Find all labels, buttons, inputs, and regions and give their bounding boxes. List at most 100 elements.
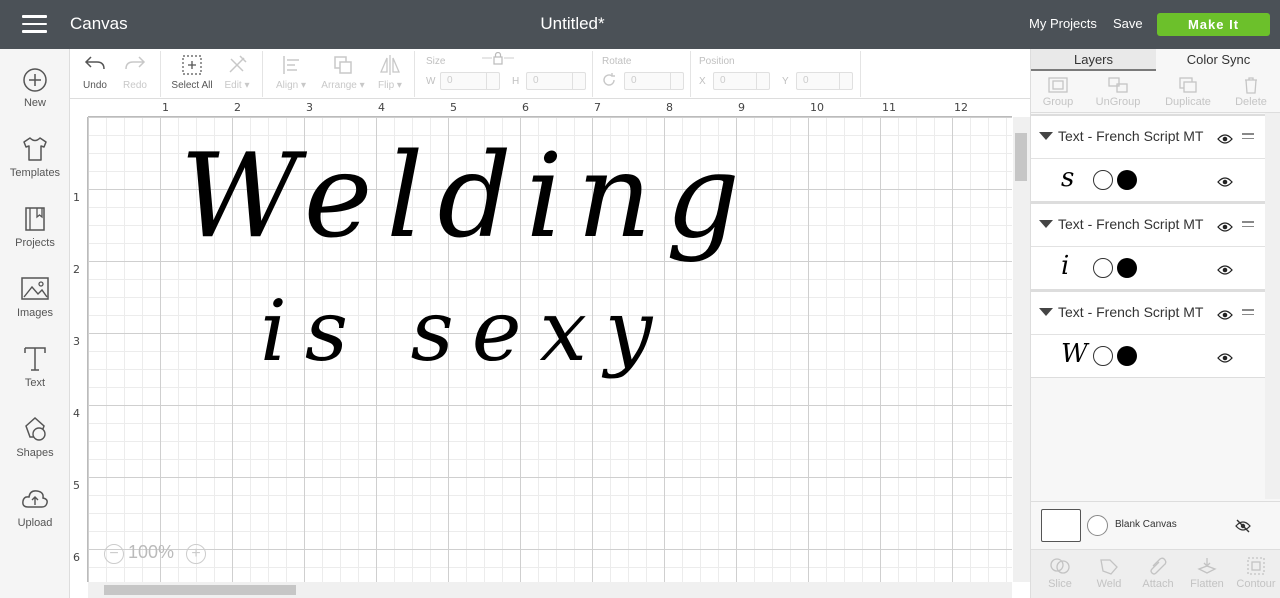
- zoom-out-button[interactable]: −: [104, 544, 124, 564]
- drag-handle-icon[interactable]: [1242, 221, 1254, 230]
- layer-color-swatch[interactable]: [1117, 258, 1137, 278]
- scroll-thumb[interactable]: [104, 585, 296, 595]
- collapse-arrow-icon[interactable]: [1039, 308, 1053, 316]
- edit-dropdown[interactable]: Edit ▾: [222, 53, 252, 91]
- vertical-ruler: 1 2 3 4 5 6: [70, 117, 88, 582]
- arrange-label: Arrange: [321, 80, 357, 91]
- my-projects-link[interactable]: My Projects: [1029, 16, 1097, 31]
- edit-toolbar: Undo Redo Select All Edit ▾ Align ▾ Arra…: [70, 49, 1030, 99]
- lock-icon[interactable]: [482, 52, 514, 66]
- height-input[interactable]: 0: [526, 72, 586, 90]
- document-title: Untitled*: [540, 14, 605, 33]
- attach-button[interactable]: Attach: [1133, 556, 1183, 590]
- make-it-button[interactable]: Make It: [1157, 13, 1270, 36]
- toolbar-divider: [860, 51, 861, 97]
- layers-panel: Layers Color Sync Group UnGroup Duplicat…: [1030, 49, 1280, 598]
- tab-color-sync[interactable]: Color Sync: [1156, 49, 1280, 71]
- eye-icon[interactable]: [1217, 133, 1233, 145]
- eye-icon[interactable]: [1217, 264, 1233, 276]
- eye-hidden-icon[interactable]: [1234, 519, 1252, 533]
- nav-upload[interactable]: Upload: [0, 485, 70, 529]
- undo-button[interactable]: Undo: [80, 53, 110, 91]
- attach-label: Attach: [1142, 578, 1174, 590]
- nav-projects[interactable]: Projects: [0, 205, 70, 249]
- arrange-dropdown[interactable]: Arrange ▾: [319, 53, 367, 91]
- layer-item[interactable]: W: [1031, 334, 1265, 378]
- group-icon: [1048, 77, 1068, 93]
- contour-icon: [1247, 557, 1265, 575]
- vertical-scrollbar[interactable]: [1013, 117, 1030, 582]
- nav-text[interactable]: Text: [0, 345, 70, 389]
- drag-handle-icon[interactable]: [1242, 133, 1254, 142]
- nav-text-label: Text: [24, 377, 46, 389]
- rotate-input[interactable]: 0: [624, 72, 684, 90]
- layer-group-header[interactable]: Text - French Script MT: [1031, 202, 1265, 246]
- panel-scrollbar[interactable]: [1265, 113, 1280, 499]
- eye-icon[interactable]: [1217, 309, 1233, 321]
- ruler-mark: 4: [378, 101, 385, 114]
- collapse-arrow-icon[interactable]: [1039, 132, 1053, 140]
- contour-button[interactable]: Contour: [1231, 556, 1280, 590]
- ungroup-button[interactable]: UnGroup: [1088, 76, 1148, 108]
- blank-canvas-row[interactable]: Blank Canvas: [1031, 501, 1280, 549]
- save-link[interactable]: Save: [1113, 16, 1143, 31]
- delete-button[interactable]: Delete: [1221, 76, 1280, 108]
- left-nav: New Templates Projects Images Text Shape…: [0, 49, 70, 598]
- slice-button[interactable]: Slice: [1035, 556, 1085, 590]
- zoom-in-button[interactable]: +: [186, 544, 206, 564]
- nav-shapes[interactable]: Shapes: [0, 415, 70, 459]
- canvas-color-circle[interactable]: [1087, 515, 1108, 536]
- group-button[interactable]: Group: [1028, 76, 1088, 108]
- nav-new-label: New: [23, 97, 46, 109]
- duplicate-button[interactable]: Duplicate: [1158, 76, 1218, 108]
- horizontal-scrollbar[interactable]: [88, 582, 1012, 598]
- ruler-mark: 2: [234, 101, 241, 114]
- eye-icon[interactable]: [1217, 176, 1233, 188]
- align-label: Align: [275, 80, 299, 91]
- redo-button[interactable]: Redo: [120, 53, 150, 91]
- toolbar-divider: [414, 51, 415, 97]
- drag-handle-icon[interactable]: [1242, 309, 1254, 318]
- nav-new[interactable]: New: [0, 67, 70, 109]
- eye-icon[interactable]: [1217, 221, 1233, 233]
- canvas-color-swatch[interactable]: [1041, 509, 1081, 542]
- layer-item[interactable]: i: [1031, 246, 1265, 290]
- y-position-input[interactable]: 0: [796, 72, 853, 90]
- align-dropdown[interactable]: Align ▾: [273, 53, 309, 91]
- scissors-icon[interactable]: [1093, 346, 1113, 366]
- tab-layers[interactable]: Layers: [1031, 49, 1156, 71]
- flip-dropdown[interactable]: Flip ▾: [374, 53, 406, 91]
- nav-images[interactable]: Images: [0, 275, 70, 319]
- select-all-button[interactable]: Select All: [168, 53, 216, 91]
- slice-icon: [1050, 558, 1070, 574]
- scroll-thumb[interactable]: [1015, 133, 1027, 181]
- layer-item[interactable]: s: [1031, 158, 1265, 202]
- weld-button[interactable]: Weld: [1084, 556, 1134, 590]
- collapse-arrow-icon[interactable]: [1039, 220, 1053, 228]
- eye-icon[interactable]: [1217, 352, 1233, 364]
- flatten-button[interactable]: Flatten: [1182, 556, 1232, 590]
- scissors-icon[interactable]: [1093, 258, 1113, 278]
- layer-group-header[interactable]: Text - French Script MT: [1031, 114, 1265, 158]
- design-canvas[interactable]: 1 2 3 4 5 6 7 8 9 10 11 12 1 2 3 4 5 6 W…: [70, 99, 1030, 598]
- y-label: Y: [782, 76, 789, 87]
- nav-shapes-label: Shapes: [16, 447, 54, 459]
- width-input[interactable]: 0: [440, 72, 500, 90]
- layer-group-header[interactable]: Text - French Script MT: [1031, 290, 1265, 334]
- ruler-mark: 9: [738, 101, 745, 114]
- nav-images-label: Images: [16, 307, 54, 319]
- redo-label: Redo: [123, 80, 147, 91]
- ruler-mark: 2: [73, 263, 80, 276]
- ruler-mark: 10: [810, 101, 824, 114]
- bookmark-book-icon: [25, 207, 45, 231]
- x-position-input[interactable]: 0: [713, 72, 770, 90]
- tshirt-icon: [23, 137, 47, 161]
- layer-color-swatch[interactable]: [1117, 346, 1137, 366]
- layer-color-swatch[interactable]: [1117, 170, 1137, 190]
- width-label: W: [426, 76, 436, 87]
- design-text-is-sexy[interactable]: is sexy: [260, 289, 670, 373]
- nav-templates[interactable]: Templates: [0, 135, 70, 179]
- design-text-welding[interactable]: Welding: [180, 139, 754, 255]
- layer-name: Text - French Script MT: [1058, 216, 1204, 232]
- scissors-icon[interactable]: [1093, 170, 1113, 190]
